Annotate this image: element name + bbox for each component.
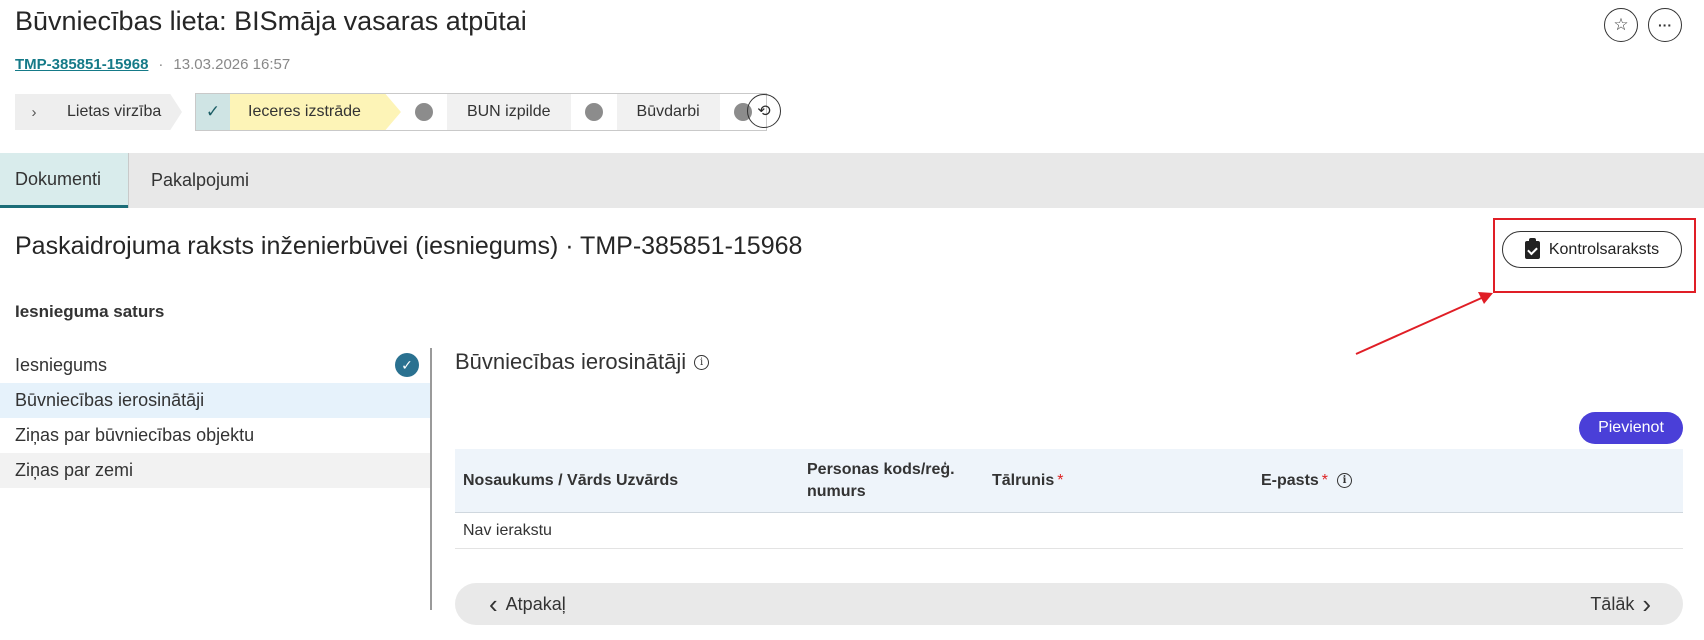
chevron-right-icon: ›	[1642, 589, 1651, 619]
column-header-phone: Tālrunis *	[992, 471, 1064, 489]
section-item-zinas-par-zemi[interactable]: Ziņas par zemi	[0, 453, 430, 488]
section-item-label: Iesniegums	[15, 355, 108, 375]
empty-state-text: Nav ierakstu	[463, 521, 552, 539]
table-empty-row: Nav ierakstu	[455, 513, 1683, 549]
section-item-label: Ziņas par zemi	[15, 460, 134, 480]
section-divider	[430, 348, 432, 610]
required-mark: *	[1057, 471, 1064, 489]
section-item-iesniegums[interactable]: Iesniegums ✓	[0, 348, 430, 383]
next-button[interactable]: Tālāk ›	[1590, 589, 1651, 619]
column-header-personal-code: Personas kods/reģ. numurs	[807, 460, 955, 500]
chevron-left-icon: ‹	[489, 589, 498, 619]
next-label: Tālāk	[1590, 593, 1635, 614]
required-mark: *	[1321, 471, 1329, 489]
column-header-email: E-pasts * i	[1253, 472, 1553, 490]
table-header: Nosaukums / Vārds Uzvārds Personas kods/…	[455, 449, 1683, 513]
step-navigation-bar: ‹ Atpakaļ Tālāk ›	[455, 583, 1683, 625]
submission-content-heading: Iesnieguma saturs	[15, 302, 165, 321]
info-icon[interactable]: i	[694, 354, 710, 370]
back-label: Atpakaļ	[505, 593, 566, 614]
section-item-label: Ziņas par būvniecības objektu	[15, 425, 255, 445]
add-initiator-button[interactable]: Pievienot	[1579, 412, 1683, 444]
completed-check-icon: ✓	[395, 353, 419, 377]
column-header-name: Nosaukums / Vārds Uzvārds	[463, 471, 679, 489]
initiators-table: Nosaukums / Vārds Uzvārds Personas kods/…	[455, 449, 1683, 549]
section-item-label: Būvniecības ierosinātāji	[15, 390, 205, 410]
section-item-zinas-par-objektu[interactable]: Ziņas par būvniecības objektu	[0, 418, 430, 453]
info-icon[interactable]: i	[1337, 473, 1353, 488]
back-button[interactable]: ‹ Atpakaļ	[489, 589, 566, 619]
section-item-buvniecibas-ierosinataji[interactable]: Būvniecības ierosinātāji	[0, 383, 430, 418]
panel-title-text: Būvniecības ierosinātāji	[455, 349, 687, 374]
panel-title: Būvniecības ierosinātāji i	[455, 349, 710, 375]
submission-sections-nav: Iesniegums ✓ Būvniecības ierosinātāji Zi…	[0, 348, 430, 488]
